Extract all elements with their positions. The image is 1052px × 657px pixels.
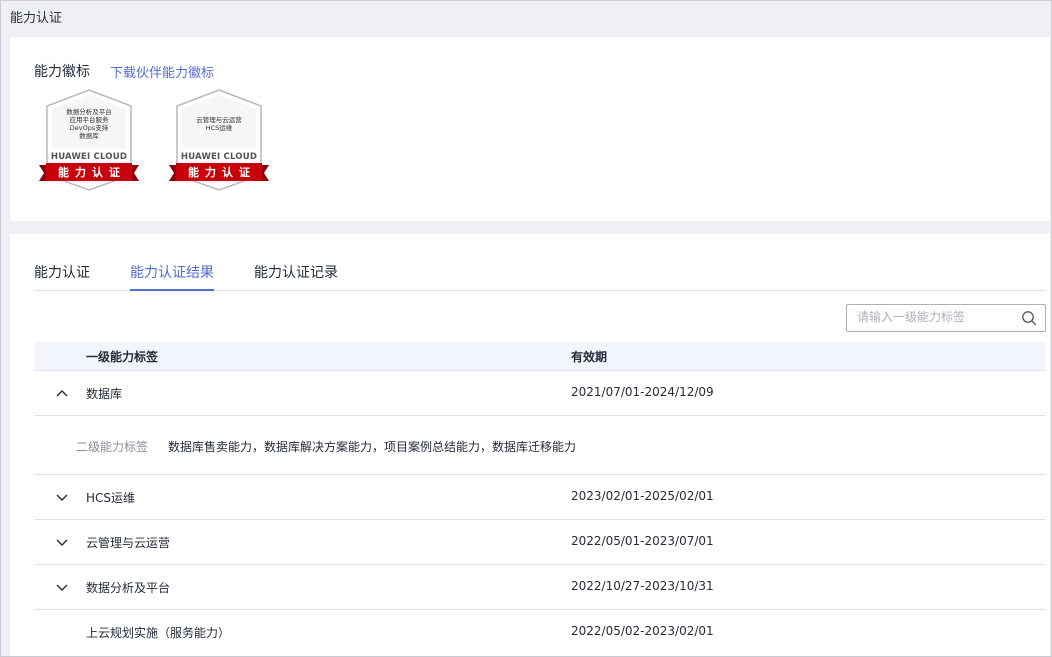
table-row: 数据库 2021/07/01-2024/12/09	[34, 371, 1046, 416]
badge-2-ribbon-text: 能力认证	[188, 166, 256, 179]
chevron-up-icon[interactable]	[55, 387, 69, 399]
badge-1-brand: HUAWEI CLOUD	[50, 152, 128, 162]
badge-1-line-4: 数据库	[79, 132, 99, 140]
badge-1-line-1: 数据分析及平台	[66, 108, 112, 116]
table-row: HCS运维 2023/02/01-2025/02/01	[34, 475, 1046, 520]
search-box	[846, 304, 1046, 332]
row-label: 数据分析及平台	[86, 581, 171, 595]
detail-value: 数据库售卖能力，数据库解决方案能力，项目案例总结能力，数据库迁移能力	[168, 440, 577, 454]
table-row: 数据分析及平台 2022/10/27-2023/10/31	[34, 565, 1046, 610]
tab-certification-results[interactable]: 能力认证结果	[130, 262, 214, 291]
badge-2-line-1: 云管理与云运营	[196, 116, 242, 124]
table-row: 上云规划实施（服务能力） 2022/05/02-2023/02/01	[34, 610, 1046, 654]
download-badge-link[interactable]: 下载伙伴能力徽标	[110, 62, 214, 81]
row-label: HCS运维	[86, 491, 136, 505]
row-period: 2022/05/02-2023/02/01	[571, 624, 714, 638]
page-title: 能力认证	[10, 11, 63, 26]
badge-1-ribbon-text: 能力认证	[58, 166, 126, 179]
row-period: 2022/10/27-2023/10/31	[571, 579, 714, 593]
table-header: 一级能力标签 有效期	[34, 342, 1046, 371]
row-label: 数据库	[86, 387, 123, 401]
results-card: 能力认证 能力认证结果 能力认证记录 一级能力标签 有效期 数据库 2021/0…	[10, 234, 1050, 656]
tab-certification-records[interactable]: 能力认证记录	[254, 262, 338, 289]
row-label: 云管理与云运营	[86, 536, 171, 550]
row-period: 2022/05/01-2023/07/01	[571, 534, 714, 548]
badge-2: 云管理与云运营 HCS运维 HUAWEI CLOUD 能力认证	[169, 89, 269, 194]
tab-certification[interactable]: 能力认证	[34, 262, 90, 289]
table-row: 云管理与云运营 2022/05/01-2023/07/01	[34, 520, 1046, 565]
badge-heading: 能力徽标	[34, 64, 90, 80]
column-header-period: 有效期	[571, 350, 608, 364]
badge-1-line-3: DevOps支持	[69, 124, 109, 132]
badge-card: 能力徽标 下载伙伴能力徽标 数据分析及平台 应用平台服务 DevOps支持 数据…	[10, 37, 1050, 221]
badge-2-brand: HUAWEI CLOUD	[180, 152, 258, 162]
row-label: 上云规划实施（服务能力）	[86, 626, 231, 640]
row-period: 2023/02/01-2025/02/01	[571, 489, 714, 503]
chevron-down-icon[interactable]	[55, 536, 69, 548]
row-detail: 二级能力标签 数据库售卖能力，数据库解决方案能力，项目案例总结能力，数据库迁移能…	[34, 416, 1046, 475]
chevron-down-icon[interactable]	[55, 581, 69, 593]
row-period: 2021/07/01-2024/12/09	[571, 385, 714, 399]
search-input[interactable]	[857, 310, 1007, 324]
badge-2-line-2: HCS运维	[205, 124, 233, 132]
column-header-label: 一级能力标签	[86, 350, 159, 364]
tab-bar: 能力认证 能力认证结果 能力认证记录	[34, 260, 1046, 291]
chevron-down-icon[interactable]	[55, 491, 69, 503]
badge-1-line-2: 应用平台服务	[69, 116, 109, 124]
search-icon[interactable]	[1021, 310, 1037, 326]
detail-label: 二级能力标签	[76, 440, 149, 454]
badge-1: 数据分析及平台 应用平台服务 DevOps支持 数据库 HUAWEI CLOUD…	[39, 89, 139, 194]
results-table: 一级能力标签 有效期 数据库 2021/07/01-2024/12/09 二级能…	[34, 342, 1046, 654]
